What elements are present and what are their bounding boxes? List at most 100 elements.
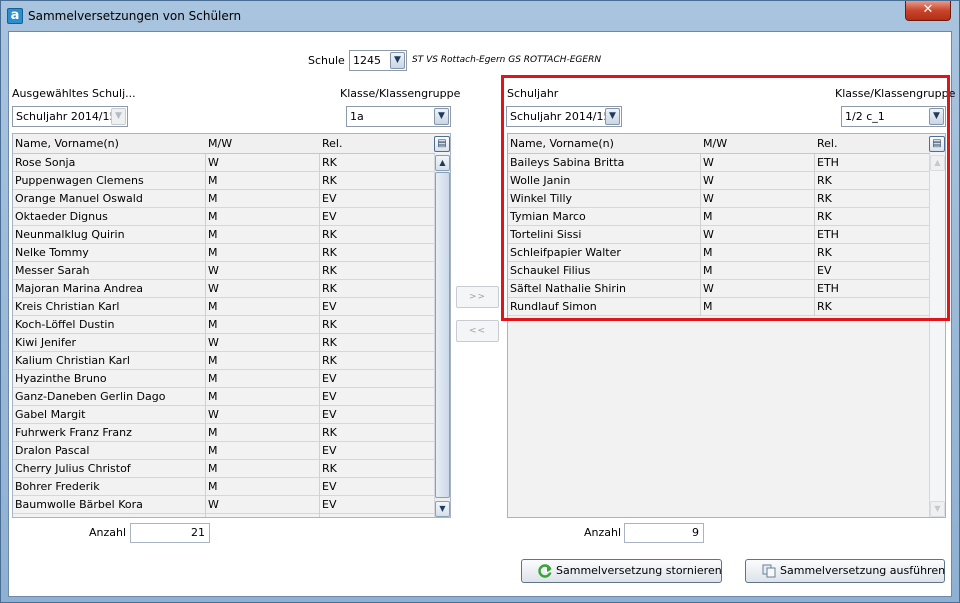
- right-year-label: Schuljahr: [507, 87, 559, 100]
- column-chooser-icon[interactable]: ▤: [929, 136, 945, 152]
- move-right-button[interactable]: >>: [456, 286, 499, 308]
- cell-religion: RK: [817, 192, 832, 205]
- cell-name: Tymian Marco: [510, 210, 586, 223]
- cell-religion: RK: [322, 282, 337, 295]
- table-row[interactable]: Säftel Nathalie Shirin W ETH: [508, 280, 929, 298]
- cell-name: Tortelini Sissi: [510, 228, 582, 241]
- cell-religion: RK: [322, 426, 337, 439]
- table-row[interactable]: Koch-Löffel Dustin M RK: [13, 316, 434, 334]
- scroll-thumb[interactable]: [435, 172, 450, 498]
- table-row[interactable]: Bohrer Frederik M EV: [13, 478, 434, 496]
- empty-grid-area: [508, 316, 929, 517]
- cell-gender: M: [208, 210, 218, 223]
- table-row[interactable]: Rundlauf Simon M RK: [508, 298, 929, 316]
- column-header-religion[interactable]: Rel.: [817, 137, 837, 150]
- chevron-down-icon[interactable]: ▼: [390, 52, 405, 69]
- column-header-religion[interactable]: Rel.: [322, 137, 342, 150]
- school-combo[interactable]: 1245 ▼: [349, 50, 407, 71]
- left-scrollbar[interactable]: ▲ ▼: [434, 154, 450, 517]
- column-header-gender[interactable]: M/W: [703, 137, 727, 150]
- cell-name: Puppenwagen Clemens: [15, 174, 144, 187]
- cell-gender: W: [208, 498, 219, 511]
- scroll-down-icon: ▼: [930, 501, 945, 517]
- table-row[interactable]: Ganz-Daneben Gerlin Dago M EV: [13, 388, 434, 406]
- right-count-label: Anzahl: [584, 526, 622, 539]
- table-row[interactable]: Baileys Sabina Britta W ETH: [508, 154, 929, 172]
- cell-religion: RK: [322, 354, 337, 367]
- table-row[interactable]: Neunmalklug Quirin M RK: [13, 226, 434, 244]
- table-row[interactable]: Tymian Marco M RK: [508, 208, 929, 226]
- cell-name: Kreis Christian Karl: [15, 300, 120, 313]
- chevron-down-icon[interactable]: ▼: [434, 108, 449, 125]
- table-row[interactable]: Kalium Christian Karl M RK: [13, 352, 434, 370]
- cell-gender: M: [208, 462, 218, 475]
- column-header-name[interactable]: Name, Vorname(n): [15, 137, 119, 150]
- close-button[interactable]: ✕: [905, 1, 951, 21]
- cell-gender: M: [703, 210, 713, 223]
- column-chooser-icon[interactable]: ▤: [434, 136, 450, 152]
- left-year-label: Ausgewähltes Schulj...: [12, 87, 136, 100]
- table-row[interactable]: Tortelini Sissi W ETH: [508, 226, 929, 244]
- table-row[interactable]: Nelke Tommy M RK: [13, 244, 434, 262]
- cell-gender: M: [208, 354, 218, 367]
- cell-religion: RK: [322, 228, 337, 241]
- cell-gender: M: [208, 246, 218, 259]
- scroll-up-icon[interactable]: ▲: [435, 155, 450, 171]
- table-row[interactable]: Wolle Janin W RK: [508, 172, 929, 190]
- cell-gender: M: [703, 300, 713, 313]
- cell-gender: W: [208, 336, 219, 349]
- cell-name: Koch-Löffel Dustin: [15, 318, 115, 331]
- table-row[interactable]: Messer Sarah W RK: [13, 262, 434, 280]
- cell-religion: ETH: [817, 282, 839, 295]
- table-row[interactable]: Dralon Pascal M EV: [13, 442, 434, 460]
- table-row[interactable]: Orange Manuel Oswald M EV: [13, 190, 434, 208]
- table-row[interactable]: Schaukel Filius M EV: [508, 262, 929, 280]
- right-scrollbar: ▲ ▼: [929, 154, 945, 517]
- column-divider: [319, 154, 320, 517]
- cancel-transfer-button[interactable]: Sammelversetzung stornieren: [521, 559, 722, 583]
- table-row[interactable]: Kiwi Jenifer W RK: [13, 334, 434, 352]
- cell-name: Schaukel Filius: [510, 264, 591, 277]
- table-row[interactable]: Oktaeder Dignus M EV: [13, 208, 434, 226]
- cell-name: Ganz-Daneben Gerlin Dago: [15, 390, 166, 403]
- chevron-down-icon[interactable]: ▼: [605, 108, 620, 125]
- cell-religion: RK: [322, 318, 337, 331]
- table-row[interactable]: Rose Sonja W RK: [13, 154, 434, 172]
- table-row[interactable]: Baumwolle Bärbel Kora W EV: [13, 496, 434, 514]
- scroll-down-icon[interactable]: ▼: [435, 501, 450, 517]
- cell-religion: ETH: [817, 156, 839, 169]
- table-row[interactable]: Gabel Margit W EV: [13, 406, 434, 424]
- execute-transfer-button[interactable]: Sammelversetzung ausführen: [745, 559, 945, 583]
- table-row[interactable]: Hyazinthe Bruno M EV: [13, 370, 434, 388]
- left-student-grid[interactable]: Name, Vorname(n) M/W Rel. ▤ Rose Sonja W R…: [12, 133, 451, 518]
- left-year-value: Schuljahr 2014/15: [16, 110, 117, 123]
- table-row[interactable]: Schleifpapier Walter M RK: [508, 244, 929, 262]
- table-row[interactable]: Kreis Christian Karl M EV: [13, 298, 434, 316]
- column-header-name[interactable]: Name, Vorname(n): [510, 137, 614, 150]
- cell-religion: EV: [322, 390, 337, 403]
- cell-gender: M: [208, 426, 218, 439]
- cell-gender: M: [208, 318, 218, 331]
- cell-religion: EV: [322, 480, 337, 493]
- table-row[interactable]: Fuhrwerk Franz Franz M RK: [13, 424, 434, 442]
- chevron-down-icon[interactable]: ▼: [929, 108, 944, 125]
- right-year-value: Schuljahr 2014/15: [510, 110, 611, 123]
- move-left-button[interactable]: <<: [456, 320, 499, 342]
- left-class-combo[interactable]: 1a ▼: [346, 106, 451, 127]
- dialog-content: Schule 1245 ▼ ST VS Rottach-Egern GS ROT…: [8, 31, 955, 597]
- cell-name: Wolle Janin: [510, 174, 571, 187]
- table-row[interactable]: Majoran Marina Andrea W RK: [13, 280, 434, 298]
- cell-gender: M: [208, 390, 218, 403]
- table-row[interactable]: Cherry Julius Christof M RK: [13, 460, 434, 478]
- cell-name: Säftel Nathalie Shirin: [510, 282, 626, 295]
- cell-name: Hyazinthe Bruno: [15, 372, 107, 385]
- cell-name: Gabel Margit: [15, 408, 86, 421]
- right-class-combo[interactable]: 1/2 c_1 ▼: [841, 106, 946, 127]
- cell-religion: RK: [817, 246, 832, 259]
- right-student-grid[interactable]: Name, Vorname(n) M/W Rel. ▤ Baileys Sabi…: [507, 133, 946, 518]
- cell-religion: RK: [817, 300, 832, 313]
- table-row[interactable]: Puppenwagen Clemens M RK: [13, 172, 434, 190]
- right-year-combo[interactable]: Schuljahr 2014/15 ▼: [506, 106, 622, 127]
- column-header-gender[interactable]: M/W: [208, 137, 232, 150]
- table-row[interactable]: Winkel Tilly W RK: [508, 190, 929, 208]
